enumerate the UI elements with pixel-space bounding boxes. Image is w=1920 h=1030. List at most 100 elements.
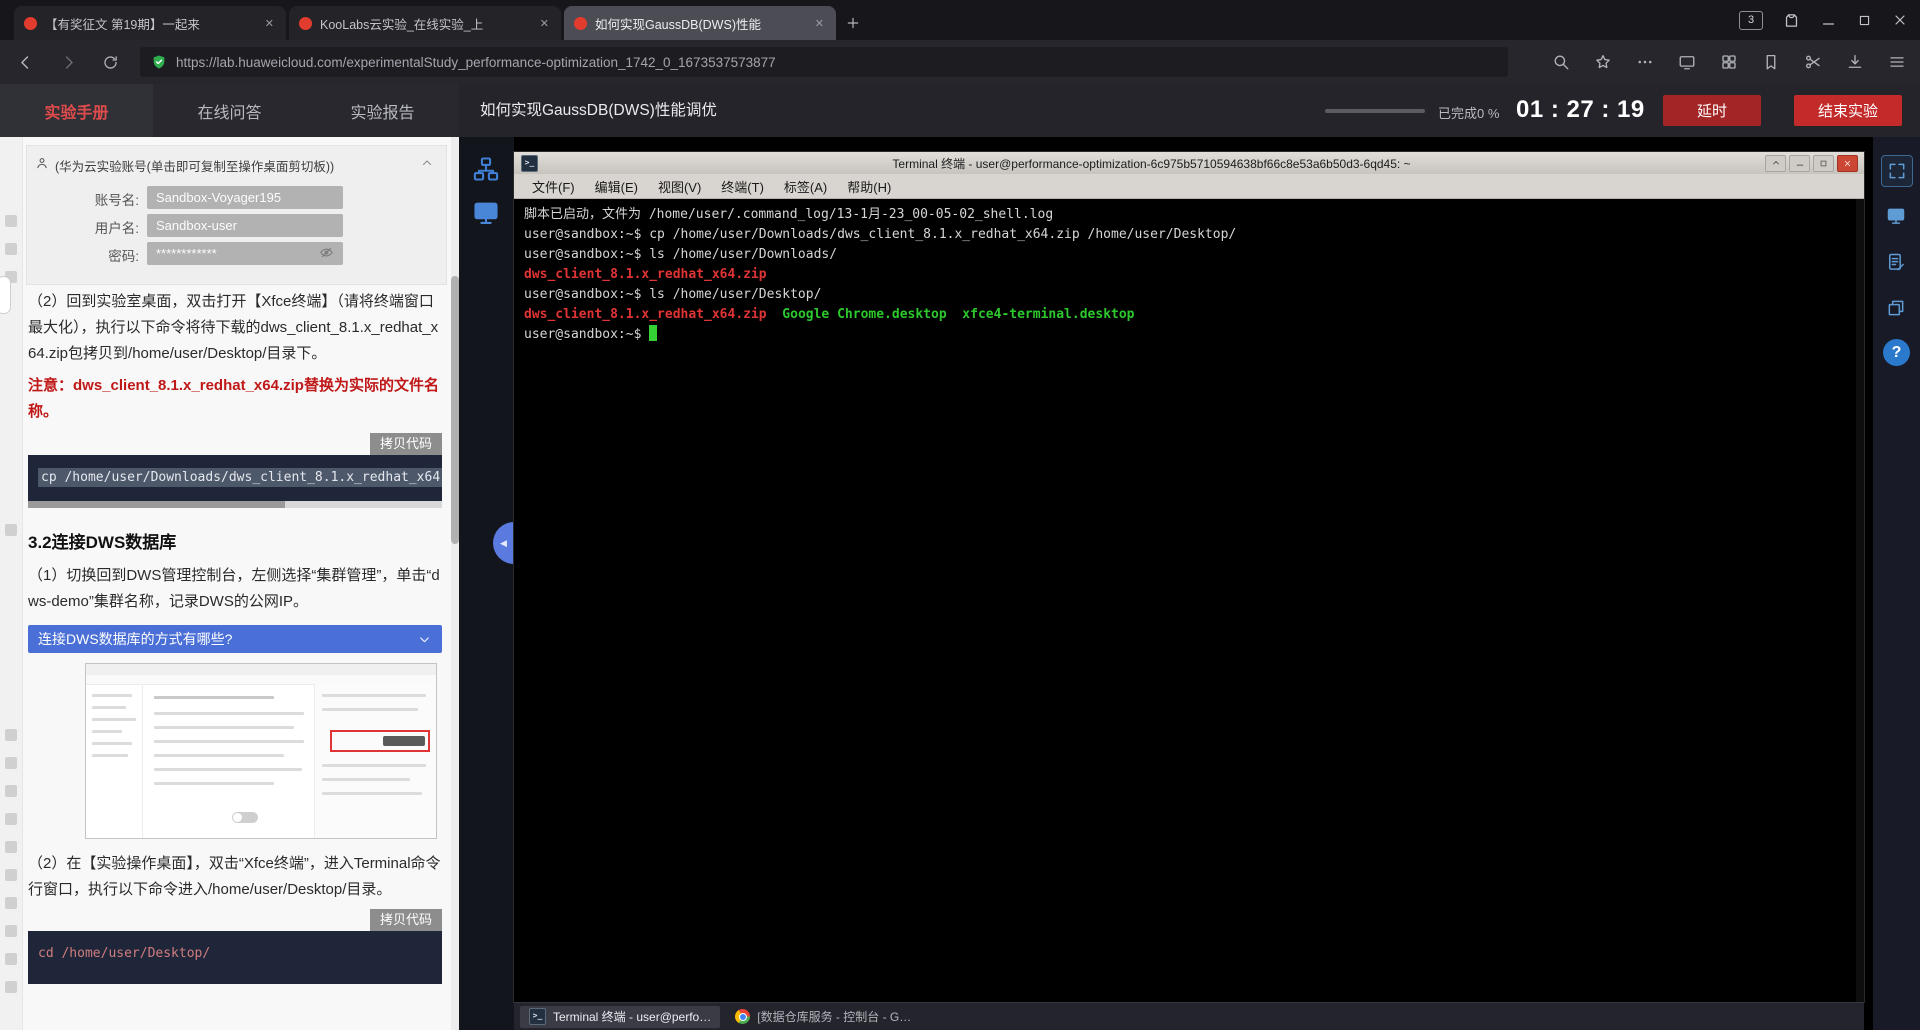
account-box: (华为云实验账号(单击即可复制至操作桌面剪切板)) 账号名: Sandbox-Vo… [26,145,447,285]
bookmarks-icon[interactable] [1762,53,1780,71]
manual-scrollbar[interactable] [451,137,459,1030]
faq-collapsible[interactable]: 连接DWS数据库的方式有哪些? [28,625,442,653]
desktop-monitor-icon[interactable] [472,199,500,227]
terminal-menu-item[interactable]: 标签(A) [774,177,837,196]
section-marker [5,897,17,909]
minimize-window-icon[interactable] [1820,12,1837,29]
maximize-window-icon[interactable] [1857,13,1872,28]
zoom-icon[interactable] [1552,53,1570,71]
remote-desktop[interactable]: >_ Terminal 终端 - user@performance-optimi… [514,137,1873,1030]
terminal-window: >_ Terminal 终端 - user@performance-optimi… [514,152,1864,1002]
progress-bar [1325,109,1425,113]
browser-tab[interactable]: 如何实现GaussDB(DWS)性能 ✕ [564,6,836,40]
lab-tab-3[interactable]: 实验报告 [306,84,459,137]
terminal-line: dws_client_8.1.x_redhat_x64.zip [524,267,767,282]
terminal-line: dws_client_8.1.x_redhat_x64.zip Google C… [524,307,1135,322]
account-field-value[interactable]: Sandbox-user [147,214,343,237]
terminal-scrollbar[interactable] [1856,199,1864,1002]
favorite-icon[interactable] [1594,53,1612,71]
section-marker [5,729,17,741]
media-icon[interactable] [1678,53,1696,71]
copy-code-button[interactable]: 拷贝代码 [369,909,442,931]
new-tab-button[interactable] [839,9,867,37]
chevron-down-icon [417,632,432,647]
topology-icon[interactable] [472,155,500,183]
browser-tab[interactable]: KooLabs云实验_在线实验_上 ✕ [289,6,561,40]
divider-strip: ◀ [459,137,514,1030]
help-icon[interactable]: ? [1883,339,1910,366]
terminal-line: 脚本已启动，文件为 /home/user/.command_log/13-1月-… [524,207,1054,222]
chrome-icon [735,1009,751,1024]
end-experiment-button[interactable]: 结束实验 [1794,95,1902,126]
account-field-value[interactable]: Sandbox-Voyager195 [147,186,343,209]
manual-scrollbar-thumb[interactable] [451,276,459,544]
manual-screenshot [85,663,437,839]
code-hscrollbar[interactable] [28,501,442,508]
lab-tab-1[interactable]: 实验手册 [0,84,153,137]
copy-code-button[interactable]: 拷贝代码 [369,433,442,455]
url-text: https://lab.huaweicloud.com/experimental… [176,54,776,70]
fullscreen-button[interactable] [1881,155,1913,187]
tab-close-icon[interactable]: ✕ [538,17,551,30]
close-window-icon[interactable] [1892,12,1908,28]
panel-drag-handle[interactable] [0,276,11,314]
lab-tab-2[interactable]: 在线问答 [153,84,306,137]
extend-time-button[interactable]: 延时 [1663,95,1761,126]
menu-icon[interactable] [1888,53,1906,71]
browser-action-icons [1552,40,1906,84]
terminal-icon: >_ [529,1008,546,1025]
section-marker [5,925,17,937]
tab-count-badge[interactable]: 3 [1739,10,1763,30]
theme-icon[interactable] [1783,12,1800,29]
collapse-chevron-icon[interactable] [420,156,434,170]
terminal-output[interactable]: 脚本已启动，文件为 /home/user/.command_log/13-1月-… [514,199,1864,1002]
screenshot-icon[interactable] [1804,53,1822,71]
section-marker [5,785,17,797]
tab-close-icon[interactable]: ✕ [263,17,276,30]
apps-icon[interactable] [1720,53,1738,71]
refresh-icon[interactable] [102,54,119,71]
taskbar-item[interactable]: >_ Terminal 终端 - user@perfo… [520,1005,721,1028]
code-text: cp /home/user/Downloads/dws_client_8.1.x… [38,468,442,487]
browser-tab[interactable]: 【有奖征文 第19期】一起来 ✕ [14,6,286,40]
person-icon [35,156,49,170]
terminal-titlebar[interactable]: >_ Terminal 终端 - user@performance-optimi… [514,152,1864,174]
back-icon[interactable] [16,53,35,72]
taskbar-item[interactable]: [数据仓库服务 - 控制台 - G… [726,1006,920,1028]
windows-button[interactable] [1881,293,1911,323]
nav-buttons [16,40,119,84]
account-header: (华为云实验账号(单击即可复制至操作桌面剪切板)) [55,160,335,174]
security-shield-icon[interactable] [151,54,167,70]
account-field-value[interactable]: ************ [147,242,343,265]
titlebar-controls: 3 [1739,0,1908,40]
code-hscrollbar-thumb[interactable] [28,501,285,508]
lab-title: 如何实现GaussDB(DWS)性能调优 [480,102,717,119]
forward-icon[interactable] [59,53,78,72]
shade-window-icon[interactable] [1765,154,1786,172]
close-terminal-icon[interactable] [1837,154,1858,172]
account-field-label: 密码: [108,249,139,264]
terminal-menu-item[interactable]: 文件(F) [522,177,585,196]
screenshot-highlight-box [330,730,430,752]
manual-content: （2）回到实验室桌面，双击打开【Xfce终端】（请将终端窗口最大化），执行以下命… [28,289,442,984]
tab-title: 如何实现GaussDB(DWS)性能 [595,17,761,32]
step-paragraph: （1）切换回到DWS管理控制台，左侧选择“集群管理”，单击“dws-demo”集… [28,567,440,610]
more-icon[interactable] [1636,53,1654,71]
terminal-menu-item[interactable]: 视图(V) [648,177,711,196]
screenshot-toggle [232,812,258,823]
download-icon[interactable] [1846,53,1864,71]
tab-title: KooLabs云实验_在线实验_上 [320,17,484,32]
terminal-menu-item[interactable]: 帮助(H) [837,177,901,196]
terminal-menu-item[interactable]: 编辑(E) [585,177,648,196]
minimize-terminal-icon[interactable] [1789,154,1810,172]
remote-desktop-button[interactable] [1881,201,1911,231]
url-bar[interactable]: https://lab.huaweicloud.com/experimental… [140,47,1508,77]
show-password-eye-icon[interactable] [319,245,334,260]
maximize-terminal-icon[interactable] [1813,154,1834,172]
account-field-row: 用户名: Sandbox-user [27,214,446,237]
report-button[interactable] [1881,247,1911,277]
terminal-menu-item[interactable]: 终端(T) [711,177,774,196]
tab-close-icon[interactable]: ✕ [813,17,826,30]
collapse-panel-handle[interactable]: ◀ [493,522,514,564]
terminal-cursor [649,325,658,341]
